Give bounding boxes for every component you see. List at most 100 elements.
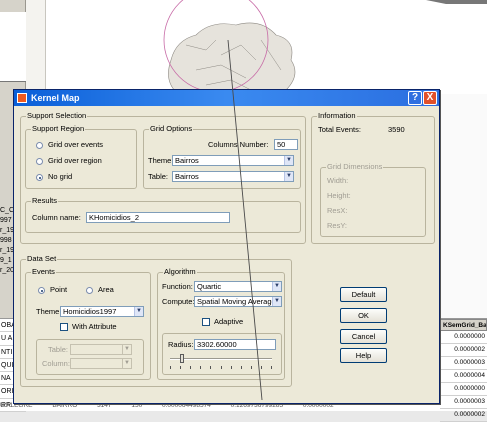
function-select[interactable]: Quartic ▼ — [194, 281, 282, 292]
default-button[interactable]: Default — [340, 287, 387, 302]
algorithm-title: Algorithm — [163, 267, 197, 277]
grid-table-select[interactable]: Bairros ▼ — [172, 171, 294, 182]
chevron-down-icon[interactable]: ▼ — [122, 359, 131, 368]
support-region-group: Support Region Grid over events Grid ove… — [25, 124, 137, 189]
support-selection-group: Support Selection Support Region Grid ov… — [20, 111, 306, 244]
adaptive-checkbox[interactable] — [202, 318, 210, 326]
grid-over-events-radio[interactable] — [36, 142, 43, 149]
slider-tick — [251, 366, 252, 369]
app-icon — [17, 93, 27, 103]
slider-tick — [271, 366, 272, 369]
table-cell[interactable]: 0.0000003 — [440, 357, 487, 370]
map-view-right — [440, 94, 487, 319]
cancel-button[interactable]: Cancel — [340, 329, 387, 344]
events-theme-select[interactable]: Homicidios1997 ▼ — [60, 306, 144, 317]
title-bar[interactable]: Kernel Map ? X — [14, 90, 439, 106]
close-button[interactable]: X — [423, 91, 437, 105]
table-cell[interactable]: 0.0000002 — [440, 344, 487, 357]
columns-number-input[interactable]: 50 — [274, 139, 298, 150]
radius-slider-track[interactable] — [170, 358, 272, 360]
column-name-input[interactable]: KHomicidios_2 — [86, 212, 230, 223]
help-title-button[interactable]: ? — [408, 91, 422, 105]
height-label: Height: — [327, 191, 351, 200]
region-polygons — [168, 22, 296, 93]
slider-tick — [170, 366, 171, 369]
grid-table-label: Table: — [148, 172, 169, 181]
data-set-title: Data Set — [26, 254, 58, 264]
slider-tick — [210, 366, 211, 369]
slider-tick — [241, 366, 242, 369]
grid-options-title: Grid Options — [149, 124, 194, 134]
events-title: Events — [31, 267, 56, 277]
chevron-down-icon[interactable]: ▼ — [272, 282, 281, 291]
grid-dimensions-group: Grid Dimensions Width: Height: ResX: Res… — [320, 162, 426, 237]
slider-tick — [261, 366, 262, 369]
slider-tick — [221, 366, 222, 369]
ok-button[interactable]: OK — [340, 308, 387, 323]
table-cell[interactable]: 0.0000004 — [440, 370, 487, 383]
results-group: Results Column name: KHomicidios_2 — [25, 196, 301, 233]
compute-select[interactable]: Spatial Moving Average ▼ — [194, 296, 282, 307]
left-panel-list-area — [0, 12, 26, 82]
events-group: Events Point Area Theme: Homicidios1997 … — [25, 267, 151, 380]
attribute-table-select[interactable]: ▼ — [70, 344, 132, 355]
data-set-group: Data Set Events Point Area Theme: Homici… — [20, 254, 292, 387]
grid-theme-label: Theme: — [148, 156, 174, 165]
table-cell[interactable]: 0.0000000 — [440, 383, 487, 396]
point-label: Point — [50, 285, 68, 294]
slider-tick — [200, 366, 201, 369]
map-edge-shape — [426, 0, 487, 4]
table-column-header[interactable]: KSemGrid_Ba — [440, 319, 487, 331]
resy-label: ResY: — [327, 221, 348, 230]
slider-tick — [180, 366, 181, 369]
map-view[interactable] — [46, 0, 487, 94]
radius-slider-ticks — [170, 366, 272, 369]
function-value: Quartic — [197, 282, 222, 291]
chevron-down-icon[interactable]: ▼ — [284, 156, 293, 165]
grid-options-group: Grid Options Columns Number: 50 Theme: B… — [143, 124, 301, 189]
column-name-label: Column name: — [32, 213, 81, 222]
chevron-down-icon[interactable]: ▼ — [284, 172, 293, 181]
compute-label: Compute: — [162, 297, 195, 306]
results-title: Results — [31, 196, 59, 206]
dialog-title: Kernel Map — [31, 93, 80, 103]
with-attribute-label: With Attribute — [72, 322, 117, 331]
point-radio[interactable] — [38, 287, 45, 294]
compute-value: Spatial Moving Average — [197, 297, 276, 306]
help-button[interactable]: Help — [340, 348, 387, 363]
function-label: Function: — [162, 282, 193, 291]
chevron-down-icon[interactable]: ▼ — [122, 345, 131, 354]
no-grid-radio[interactable] — [36, 174, 43, 181]
slider-tick — [190, 366, 191, 369]
total-events-label: Total Events: — [318, 125, 361, 134]
attribute-table-label: Table: — [48, 345, 69, 354]
area-radio[interactable] — [86, 287, 93, 294]
grid-over-events-label: Grid over events — [48, 140, 104, 149]
support-selection-title: Support Selection — [26, 111, 88, 121]
attribute-column-label: Column: — [42, 359, 70, 368]
chevron-down-icon[interactable]: ▼ — [134, 307, 143, 316]
map-drawing — [163, 0, 487, 93]
grid-theme-select[interactable]: Bairros ▼ — [172, 155, 294, 166]
support-region-title: Support Region — [31, 124, 86, 134]
grid-over-region-label: Grid over region — [48, 156, 102, 165]
adaptive-label: Adaptive — [214, 317, 244, 326]
resx-label: ResX: — [327, 206, 348, 215]
no-grid-label: No grid — [48, 172, 73, 181]
with-attribute-checkbox[interactable] — [60, 323, 68, 331]
information-group: Information Total Events: 3590 Grid Dime… — [311, 111, 435, 244]
chevron-down-icon[interactable]: ▼ — [272, 297, 281, 306]
radius-slider-thumb[interactable] — [179, 354, 184, 363]
columns-number-label: Columns Number: — [208, 140, 269, 149]
attribute-column-select[interactable]: ▼ — [70, 358, 132, 369]
events-theme-label: Theme: — [36, 307, 62, 316]
slider-tick — [231, 366, 232, 369]
information-title: Information — [317, 111, 357, 121]
grid-theme-value: Bairros — [175, 156, 199, 165]
table-cell[interactable]: 0.0000000 — [440, 331, 487, 344]
grid-over-region-radio[interactable] — [36, 158, 43, 165]
radius-label: Radius: — [168, 340, 194, 349]
grid-dimensions-title: Grid Dimensions — [326, 162, 384, 172]
radius-input[interactable]: 3302.60000 — [194, 339, 276, 350]
kernel-map-dialog: Kernel Map ? X Support Selection Support… — [13, 89, 440, 404]
